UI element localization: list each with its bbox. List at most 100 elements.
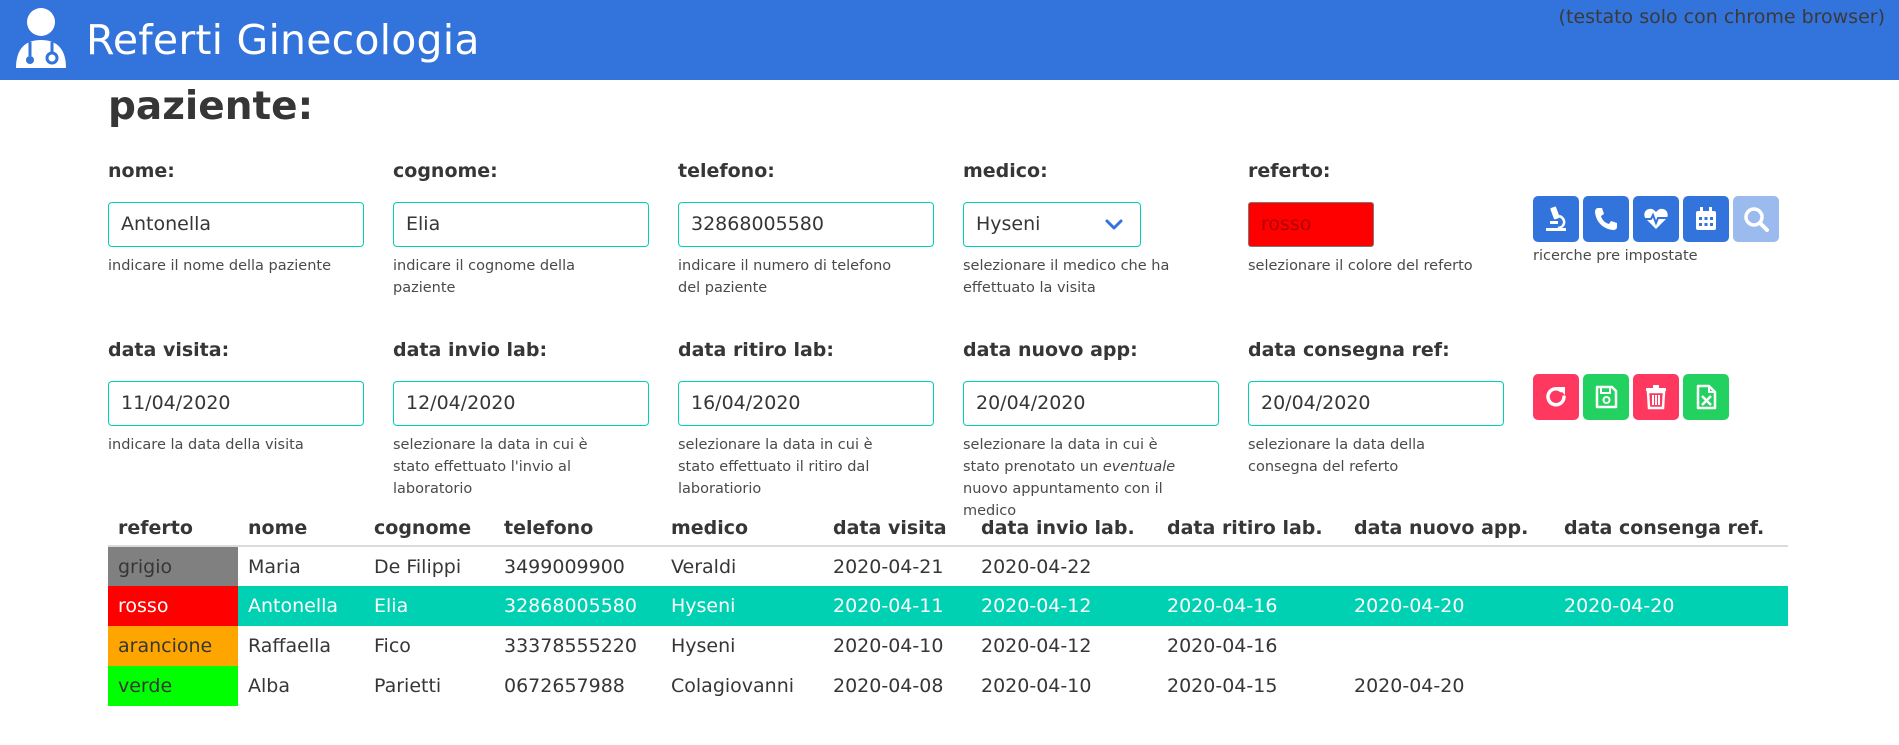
phone-icon [1595,208,1617,230]
telefono-input[interactable]: 32868005580 [678,202,934,247]
table-header-row: referto nome cognome telefono medico dat… [108,510,1788,547]
cognome-input[interactable]: Elia [393,202,649,247]
cell-data-visita: 2020-04-10 [833,635,944,657]
cell-telefono: 3499009900 [504,555,625,578]
table-row[interactable]: verde Alba Parietti 0672657988 Colagiova… [108,666,1788,706]
cell-data-invio: 2020-04-12 [981,635,1092,657]
table-row[interactable]: grigio Maria De Filippi 3499009900 Veral… [108,546,1788,586]
data-ritiro-lab-input[interactable]: 16/04/2020 [678,381,934,426]
chevron-down-icon [1105,219,1123,230]
app-title: Referti Ginecologia [86,16,480,64]
data-invio-lab-label: data invio lab: [393,339,548,361]
field-cognome: cognome: Elia indicare il cognome della … [393,160,649,299]
cell-medico: Veraldi [671,555,737,578]
cell-data-invio: 2020-04-10 [981,675,1092,697]
medico-help: selezionare il medico che ha effettuato … [963,258,1170,296]
cognome-label: cognome: [393,160,498,182]
cell-referto: verde [108,666,238,706]
col-data-visita[interactable]: data visita [823,510,971,547]
col-referto[interactable]: referto [108,510,238,547]
microscope-button[interactable] [1533,196,1579,242]
cell-telefono: 33378555220 [504,635,637,657]
medico-select-value: Hyseni [976,213,1041,235]
cell-data-invio: 2020-04-12 [971,586,1157,626]
data-nuovo-app-help: selezionare la data in cui è stato preno… [963,434,1195,522]
col-medico[interactable]: medico [661,510,823,547]
delete-button[interactable] [1633,374,1679,420]
data-invio-lab-input[interactable]: 12/04/2020 [393,381,649,426]
cell-nome: Antonella [238,586,364,626]
excel-export-button[interactable] [1683,374,1729,420]
field-medico: medico: Hyseni selezionare il medico che… [963,160,1219,299]
col-data-ritiro[interactable]: data ritiro lab. [1157,510,1344,547]
search-button[interactable] [1733,196,1779,242]
col-cognome[interactable]: cognome [364,510,494,547]
col-data-consegna[interactable]: data consenga ref. [1554,510,1788,547]
col-telefono[interactable]: telefono [494,510,661,547]
telefono-label: telefono: [678,160,775,182]
refresh-button[interactable] [1533,374,1579,420]
nome-label: nome: [108,160,175,182]
cell-data-nuovo [1344,626,1554,666]
refresh-icon [1546,387,1566,407]
field-nome: nome: Antonella indicare il nome della p… [108,160,364,277]
table-row[interactable]: arancione Raffaella Fico 33378555220 Hys… [108,626,1788,666]
col-data-invio[interactable]: data invio lab. [971,510,1157,547]
data-nuovo-app-input[interactable]: 20/04/2020 [963,381,1219,426]
cognome-help: indicare il cognome della paziente [393,258,575,296]
field-data-nuovo-app: data nuovo app: 20/04/2020 selezionare l… [963,339,1219,522]
nome-input[interactable]: Antonella [108,202,364,247]
cell-cognome: Elia [364,586,494,626]
cell-data-visita: 2020-04-21 [833,555,944,578]
cell-telefono: 0672657988 [504,675,625,697]
excel-icon [1696,384,1717,410]
patients-table: referto nome cognome telefono medico dat… [108,510,1788,706]
referto-help: selezionare il colore del referto [1248,258,1473,274]
data-nuovo-app-help-em: eventuale [1102,459,1176,475]
save-button[interactable] [1583,374,1629,420]
cell-data-consegna: 2020-04-20 [1554,586,1788,626]
data-visita-label: data visita: [108,339,230,361]
nome-help: indicare il nome della paziente [108,258,331,274]
browser-note: (testato solo con chrome browser) [1558,6,1885,28]
data-ritiro-lab-label: data ritiro lab: [678,339,834,361]
data-ritiro-lab-help: selezionare la data in cui è stato effet… [678,437,873,497]
search-button-group [1533,196,1779,242]
calendar-button[interactable] [1683,196,1729,242]
data-consegna-ref-help: selezionare la data della consegna del r… [1248,437,1426,475]
data-consegna-ref-input[interactable]: 20/04/2020 [1248,381,1504,426]
field-telefono: telefono: 32868005580 indicare il numero… [678,160,934,299]
cell-cognome: Fico [374,635,411,657]
cell-data-ritiro: 2020-04-15 [1167,675,1278,697]
cell-nome: Raffaella [248,635,332,657]
field-data-visita: data visita: 11/04/2020 indicare la data… [108,339,364,456]
cell-data-nuovo: 2020-04-20 [1344,586,1554,626]
heartbeat-button[interactable] [1633,196,1679,242]
field-data-consegna-ref: data consegna ref: 20/04/2020 selezionar… [1248,339,1504,478]
phone-button[interactable] [1583,196,1629,242]
medico-label: medico: [963,160,1048,182]
cell-referto: grigio [108,546,238,586]
data-nuovo-app-label: data nuovo app: [963,339,1138,361]
col-data-nuovo[interactable]: data nuovo app. [1344,510,1554,547]
table-row[interactable]: rosso Antonella Elia 32868005580 Hyseni … [108,586,1788,626]
ricerche-help: ricerche pre impostate [1533,248,1698,264]
trash-icon [1646,385,1666,410]
col-nome[interactable]: nome [238,510,364,547]
data-visita-input[interactable]: 11/04/2020 [108,381,364,426]
medico-select[interactable]: Hyseni [963,202,1141,247]
save-icon [1595,385,1618,409]
referto-color-select[interactable]: rosso [1248,202,1374,247]
cell-data-ritiro: 2020-04-16 [1167,635,1278,657]
field-referto: referto: rosso selezionare il colore del… [1248,160,1504,277]
microscope-icon [1546,206,1566,231]
cell-cognome: Parietti [374,675,442,697]
cell-referto: rosso [108,586,238,626]
cell-nome: Maria [248,555,301,578]
data-consegna-ref-label: data consegna ref: [1248,339,1450,361]
cell-data-visita: 2020-04-11 [823,586,971,626]
action-button-group [1533,374,1729,420]
cell-nome: Alba [248,675,290,697]
cell-data-ritiro: 2020-04-16 [1157,586,1344,626]
cell-data-nuovo [1344,546,1554,586]
